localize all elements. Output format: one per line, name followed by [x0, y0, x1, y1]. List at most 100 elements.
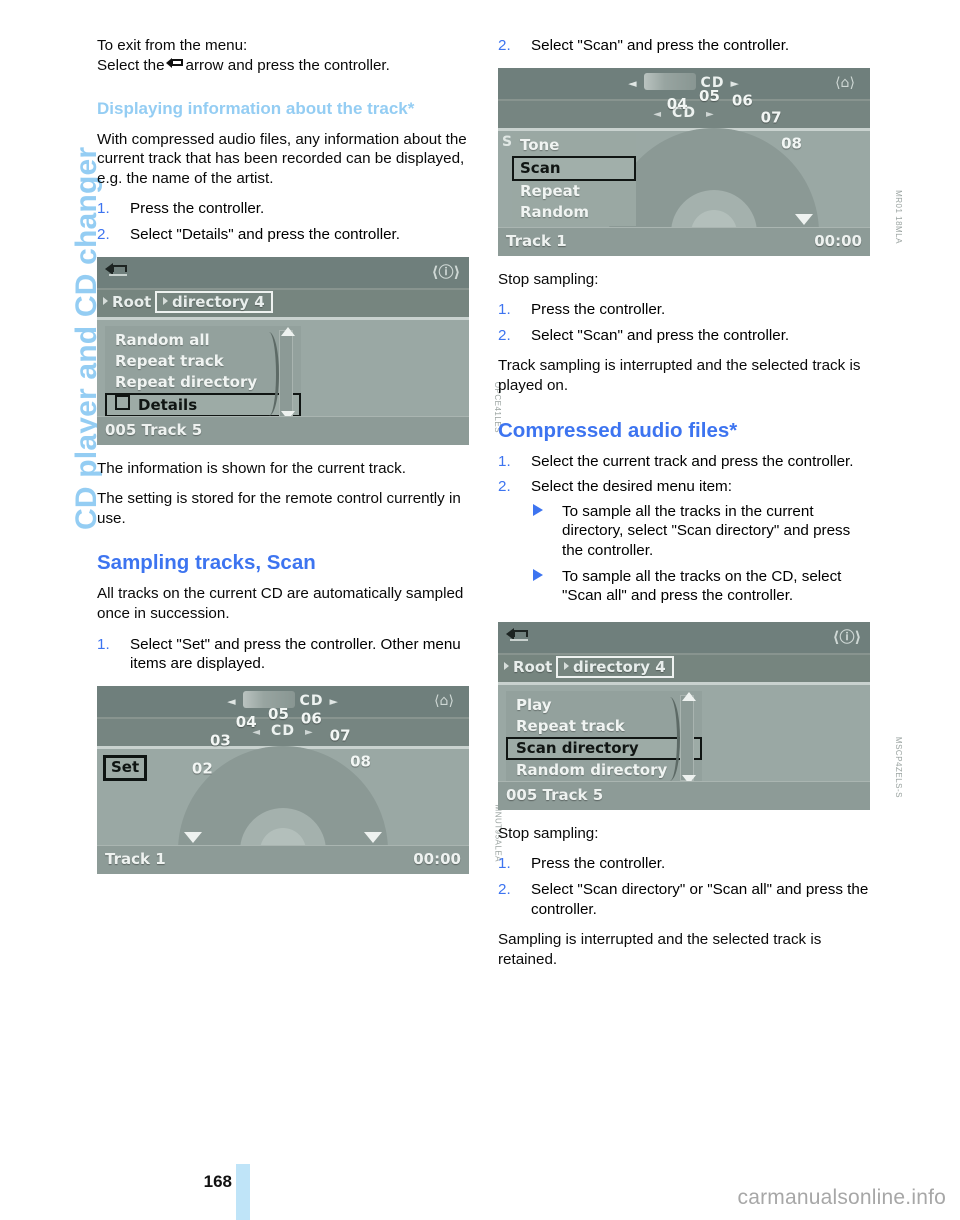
figure-set-dial: ◄ CD ► ⟨⌂⟩ ◄ CD ► Set 02 03 04 05 06 07 …	[97, 685, 502, 874]
screen-details-menu: ⟨ⓘ⟩ Root directory 4 Random all Repeat t…	[97, 256, 469, 445]
menu-item-random[interactable]: Random	[512, 202, 636, 223]
list-item: 2. Select "Scan" and press the controlle…	[498, 36, 870, 56]
status-track: 005 Track 5	[506, 785, 604, 804]
set-button[interactable]: Set	[103, 754, 148, 781]
paragraph-info-current-track: The information is shown for the current…	[97, 459, 406, 477]
dial-tick-label: 07	[329, 726, 351, 745]
dial-end-marker-right	[364, 831, 382, 843]
back-arrow-icon	[165, 57, 184, 71]
dial-tick-label: 08	[780, 134, 802, 153]
screen-statusbar: 005 Track 5	[498, 780, 870, 810]
back-arrow-icon[interactable]	[506, 627, 529, 645]
page-number: 168	[203, 1172, 232, 1191]
popup-menu: Tone Scan Repeat Random	[512, 132, 636, 226]
scrollbar[interactable]	[680, 691, 696, 784]
breadcrumb-current[interactable]: directory 4	[556, 655, 674, 678]
source-selector[interactable]: ◄ CD ►	[498, 72, 870, 91]
step-number: 1.	[498, 452, 511, 470]
step-number: 2.	[498, 326, 511, 344]
list-item: 2. Select "Scan directory" or "Scan all"…	[498, 880, 870, 919]
steps-stop-sampling: 1. Press the controller. 2. Select "Scan…	[498, 300, 870, 345]
status-time: 00:00	[413, 849, 461, 868]
track-dial: 02 03 04 05 06 07 08	[178, 705, 388, 874]
screen-statusbar: 005 Track 5	[97, 415, 469, 445]
bullets-compressed: To sample all the tracks in the current …	[531, 502, 870, 606]
screen-stage: Random all Repeat track Repeat directory…	[97, 319, 469, 421]
back-arrow-icon[interactable]	[105, 262, 128, 280]
prev-source-icon[interactable]: ◄	[227, 695, 236, 708]
checkbox-icon	[115, 394, 130, 410]
dial-tick-label: 04	[666, 94, 688, 113]
scroll-up-icon[interactable]	[682, 691, 696, 701]
home-icon[interactable]: ⟨⌂⟩	[427, 689, 461, 713]
list-item: To sample all the tracks in the current …	[531, 502, 870, 561]
step-text: Select the desired menu item:	[531, 478, 732, 496]
set-badge-partial: S	[502, 133, 513, 150]
screen-topbar: ⟨ⓘ⟩	[97, 256, 469, 290]
left-column: To exit from the menu: Select the arrow a…	[97, 36, 502, 888]
menu-list: Play Repeat track Scan directory Random …	[506, 690, 702, 785]
sub-source-label: CD	[271, 722, 295, 739]
step-number: 2.	[498, 478, 511, 496]
breadcrumb-current-label: directory 4	[172, 292, 265, 311]
dial-end-marker-right	[794, 213, 813, 225]
scrollbar[interactable]	[279, 326, 295, 420]
step-text: Select "Scan" and press the controller.	[531, 326, 790, 344]
next-source-icon[interactable]: ►	[329, 695, 338, 708]
menu-item-details-label: Details	[138, 395, 198, 414]
list-item: 1. Select the current track and press th…	[498, 452, 870, 472]
steps-sampling: 1. Select "Set" and press the controller…	[97, 635, 469, 674]
scroll-up-icon[interactable]	[281, 326, 295, 336]
step-text: Select "Scan directory" or "Scan all" an…	[531, 880, 869, 918]
exit-menu-pre: Select the	[97, 56, 165, 74]
steps-stop-sampling-2: 1. Press the controller. 2. Select "Scan…	[498, 854, 870, 919]
prev-source-icon[interactable]: ◄	[628, 77, 637, 90]
next-icon[interactable]: ►	[305, 727, 314, 738]
breadcrumb-current[interactable]: directory 4	[155, 290, 273, 313]
status-track: 005 Track 5	[105, 420, 203, 439]
screen-stage: 04 05 06 07 08 S Tone Scan Repeat Random	[498, 87, 870, 256]
step-text: Select the current track and press the c…	[531, 452, 854, 470]
info-icon[interactable]: ⟨ⓘ⟩	[830, 626, 864, 648]
breadcrumb: Root directory 4	[97, 289, 469, 320]
screen-topbar: ⟨ⓘ⟩	[498, 621, 870, 655]
info-icon[interactable]: ⟨ⓘ⟩	[429, 261, 463, 283]
breadcrumb-root[interactable]: Root	[504, 658, 552, 676]
step-text: Select "Details" and press the controlle…	[130, 226, 400, 244]
dial-tick-label: 05	[268, 704, 289, 723]
home-icon[interactable]: ⟨⌂⟩	[828, 71, 862, 95]
list-item: 2. Select the desired menu item: To samp…	[498, 477, 870, 606]
chapter-sidebar: CD player and CD changer	[0, 0, 103, 560]
figure-scan-menu: ◄ CD ► ⟨⌂⟩ ◄ CD ► 04 05 06 07 08 S Tone …	[498, 67, 903, 256]
status-track-label: Track 1	[105, 849, 166, 868]
track-dial: 04 05 06 07 08	[608, 87, 819, 256]
source-label: CD	[299, 692, 324, 709]
list-item: 1. Select "Set" and press the controller…	[97, 635, 469, 674]
screen-set-dial: ◄ CD ► ⟨⌂⟩ ◄ CD ► Set 02 03 04 05 06 07 …	[97, 685, 469, 874]
menu-item-scan[interactable]: Scan	[512, 155, 636, 181]
steps-details: 1. Press the controller. 2. Select "Deta…	[97, 199, 469, 244]
list-item: 1. Press the controller.	[97, 199, 469, 219]
exit-menu-post: arrow and press the controller.	[185, 56, 390, 74]
screen-subbar: ◄ CD ►	[97, 718, 469, 749]
dial-tick-label: 02	[191, 759, 213, 778]
sub-source-selector[interactable]: ◄ CD ►	[97, 723, 469, 739]
prev-icon[interactable]: ◄	[653, 109, 662, 120]
figure-code: MR01 18MLA	[894, 189, 903, 244]
subheading-track-info: Displaying information about the track*	[97, 99, 415, 119]
dial-end-marker-left	[184, 831, 202, 843]
menu-item-repeat[interactable]: Repeat	[512, 181, 636, 202]
dial-tick-label: 04	[235, 712, 257, 731]
bullet-text: To sample all the tracks on the CD, sele…	[562, 567, 842, 605]
menu-item-tone[interactable]: Tone	[512, 135, 636, 156]
label-stop-sampling: Stop sampling:	[498, 270, 599, 288]
dial-tick-label: 08	[350, 752, 371, 771]
screen-stage: Set 02 03 04 05 06 07 08	[97, 705, 469, 874]
step-number: 1.	[97, 200, 110, 218]
bullet-text: To sample all the tracks in the current …	[562, 502, 851, 559]
next-source-icon[interactable]: ►	[730, 77, 739, 90]
next-icon[interactable]: ►	[706, 109, 715, 120]
list-item: 2. Select "Scan" and press the controlle…	[498, 326, 870, 346]
breadcrumb-root[interactable]: Root	[103, 293, 151, 311]
screen-statusbar: Track 1 00:00	[97, 844, 469, 874]
